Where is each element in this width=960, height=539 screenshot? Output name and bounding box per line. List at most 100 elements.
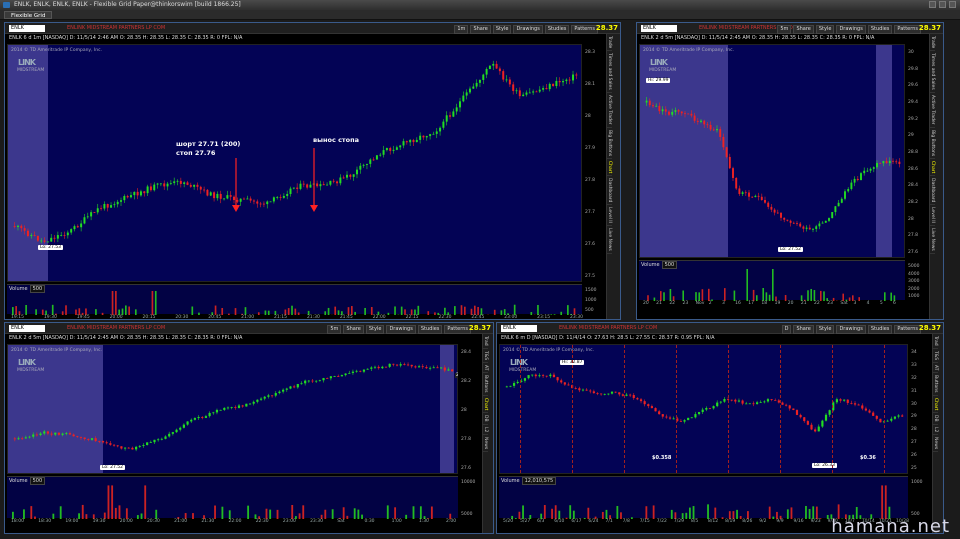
chart-panel-3: ENLK ENLINK MIDSTREAM PARTNERS LP COM 5m Sh…: [4, 322, 494, 534]
share-button[interactable]: Share: [343, 325, 364, 334]
side-tab-7[interactable]: News: [483, 435, 488, 453]
side-tab-4[interactable]: Chart: [930, 159, 935, 176]
minimize-button[interactable]: [929, 1, 936, 8]
timeframe-selector[interactable]: 5m: [327, 325, 342, 334]
candle-body: [741, 400, 744, 404]
share-button[interactable]: Share: [793, 325, 814, 334]
drawings-button[interactable]: Drawings: [386, 325, 416, 334]
patterns-button[interactable]: Patterns: [444, 325, 471, 334]
style-button[interactable]: Style: [815, 25, 835, 34]
studies-button[interactable]: Studies: [544, 25, 570, 34]
candle-body: [792, 408, 795, 411]
share-button[interactable]: Share: [470, 25, 491, 34]
candle-body: [79, 437, 83, 438]
volume-pane: Volume 500: [7, 284, 582, 315]
side-tab-7[interactable]: Live News: [607, 226, 612, 255]
side-tab-0[interactable]: Trade: [607, 34, 612, 52]
side-tab-6[interactable]: Level II: [930, 205, 935, 227]
side-tab-4[interactable]: Chart: [483, 396, 488, 413]
price-tick: 27.9: [585, 146, 596, 151]
candle-body: [129, 195, 132, 198]
side-tab-1[interactable]: Times and Sales: [930, 51, 935, 93]
timeframe-selector[interactable]: D: [781, 325, 792, 334]
price-tick: 29.8: [908, 66, 919, 72]
side-tab-4[interactable]: Chart: [607, 159, 612, 176]
side-tab-6[interactable]: Level II: [607, 205, 612, 227]
side-tab-3[interactable]: Buttons: [483, 373, 488, 396]
side-tab-6[interactable]: L2: [933, 425, 938, 435]
candle-body: [745, 403, 748, 405]
side-tab-0[interactable]: Trade: [930, 34, 935, 52]
window-title: ENLK, ENLK, ENLK, ENLK - Flexible Grid P…: [14, 1, 241, 8]
volume-bar: [473, 305, 476, 315]
close-button[interactable]: [949, 1, 956, 8]
side-tab-2[interactable]: Active Trader: [607, 93, 612, 128]
side-tab-5[interactable]: DB: [933, 413, 938, 425]
timeframe-selector[interactable]: 5m: [777, 25, 792, 34]
volume-tick: 1000: [911, 480, 923, 485]
side-tab-5[interactable]: DB: [483, 413, 488, 425]
patterns-button[interactable]: Patterns: [894, 25, 921, 34]
side-tab-2[interactable]: AT: [483, 363, 488, 374]
volume-bar: [221, 506, 224, 519]
side-tab-3[interactable]: Big Buttons: [607, 128, 612, 159]
side-tab-0[interactable]: Trad: [933, 334, 938, 349]
patterns-button[interactable]: Patterns: [894, 325, 921, 334]
time-tick: 2: [708, 301, 712, 306]
side-tab-3[interactable]: Buttons: [933, 373, 938, 396]
candle-body: [83, 217, 86, 224]
style-button[interactable]: Style: [492, 25, 512, 34]
time-tick: 19:15: [11, 315, 24, 320]
candle-body: [703, 120, 706, 125]
side-tab-0[interactable]: Trad: [483, 334, 488, 349]
side-tab-1[interactable]: T&S: [483, 349, 488, 363]
symbol-input[interactable]: ENLK: [641, 25, 677, 32]
side-tab-5[interactable]: Dashboard: [930, 176, 935, 206]
volume-bar: [221, 307, 224, 315]
studies-button[interactable]: Studies: [867, 325, 893, 334]
candle-body: [610, 391, 614, 394]
drawings-button[interactable]: Drawings: [836, 325, 866, 334]
side-tab-7[interactable]: Live News: [930, 226, 935, 255]
volume-axis: 1000 500: [908, 476, 932, 518]
symbol-input[interactable]: ENLK: [501, 325, 537, 332]
chart-panel-4: ENLK ENLINK MIDSTREAM PARTNERS LP COM D Sha…: [496, 322, 944, 534]
candle-body: [890, 418, 893, 421]
side-tab-1[interactable]: Times and Sales: [607, 51, 612, 93]
drawings-button[interactable]: Drawings: [513, 25, 543, 34]
volume-bar: [669, 288, 672, 301]
price-tick: 28: [911, 427, 917, 433]
symbol-input[interactable]: ENLK: [9, 325, 45, 332]
candle-body: [752, 403, 755, 405]
drawings-button[interactable]: Drawings: [836, 25, 866, 34]
candle-body: [169, 183, 172, 184]
style-button[interactable]: Style: [815, 325, 835, 334]
maximize-button[interactable]: [939, 1, 946, 8]
share-button[interactable]: Share: [793, 25, 814, 34]
side-tab-5[interactable]: Dashboard: [607, 176, 612, 206]
timeframe-selector[interactable]: 1m: [454, 25, 469, 34]
side-tab-6[interactable]: L2: [483, 425, 488, 435]
style-button[interactable]: Style: [365, 325, 385, 334]
volume-bar: [353, 508, 356, 519]
patterns-button[interactable]: Patterns: [571, 25, 598, 34]
volume-bar: [567, 305, 569, 315]
earnings-marker-line: [520, 345, 521, 473]
candle-body: [197, 417, 200, 419]
candle-body: [223, 198, 226, 200]
side-tab-7[interactable]: News: [933, 435, 938, 453]
candle-body: [872, 412, 875, 416]
studies-button[interactable]: Studies: [867, 25, 893, 34]
tab-flexible-grid[interactable]: Flexible Grid: [4, 11, 53, 19]
candle-body: [776, 212, 779, 214]
candle-body: [625, 394, 628, 396]
symbol-input[interactable]: ENLK: [9, 25, 45, 32]
side-tab-1[interactable]: T&S: [933, 349, 938, 363]
candle-body: [898, 161, 901, 164]
quote-info-line: ENLK 6 m D [NASDAQ] D: 11/4/14 O: 27.63 …: [497, 334, 943, 343]
side-tab-2[interactable]: AT: [933, 363, 938, 374]
side-tab-4[interactable]: Chart: [933, 396, 938, 413]
studies-button[interactable]: Studies: [417, 325, 443, 334]
side-tab-3[interactable]: Big Buttons: [930, 128, 935, 159]
side-tab-2[interactable]: Active Trader: [930, 93, 935, 128]
